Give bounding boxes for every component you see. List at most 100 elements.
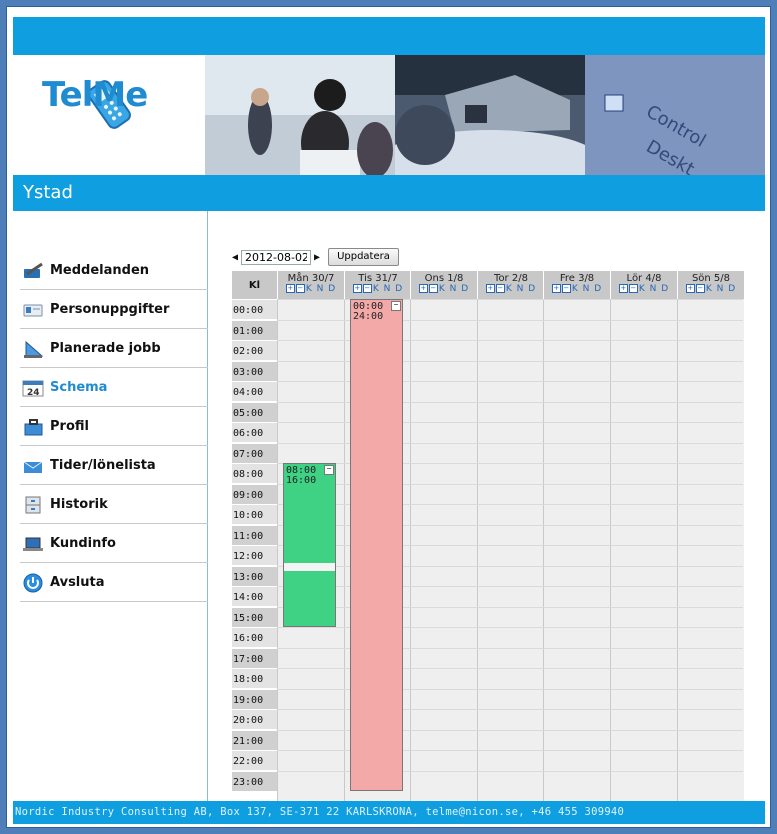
day-column[interactable] (677, 299, 744, 802)
day-control-links[interactable]: K N D (306, 284, 336, 294)
collapse-day-icon[interactable]: − (362, 284, 372, 293)
shift-collapse-icon[interactable]: − (391, 301, 401, 311)
shift-break (284, 563, 335, 572)
shift-end: 16:00 (286, 475, 317, 486)
hour-gridline (277, 360, 743, 362)
hour-gridline (277, 565, 743, 567)
nav-item-schema[interactable]: 24 Schema (20, 369, 208, 407)
expand-day-icon[interactable]: + (485, 284, 495, 293)
hour-label: 00:00 (232, 299, 277, 319)
day-header: Tis 31/7 + − K N D (344, 271, 411, 299)
nav-label: Meddelanden (50, 263, 150, 278)
nav-label: Profil (50, 419, 89, 434)
briefcase-icon (22, 417, 44, 437)
hour-label: 16:00 (232, 627, 277, 647)
shift-block[interactable]: 08:00 16:00− (283, 463, 336, 627)
hour-label: 05:00 (232, 401, 277, 422)
day-column[interactable] (610, 299, 677, 802)
next-day-arrow-icon[interactable]: ▶ (314, 252, 320, 263)
day-controls: + − K N D (544, 284, 610, 295)
hour-gridline (277, 442, 743, 444)
day-control-links[interactable]: K N D (706, 284, 736, 294)
footer-contact: Nordic Industry Consulting AB, Box 137, … (13, 801, 765, 824)
collapse-day-icon[interactable]: − (561, 284, 571, 293)
hour-label: 07:00 (232, 442, 277, 463)
day-control-links[interactable]: K N D (506, 284, 536, 294)
hour-label: 01:00 (232, 319, 277, 340)
nav-item-planerade-jobb[interactable]: Planerade jobb (20, 330, 208, 368)
expand-day-icon[interactable]: + (418, 284, 428, 293)
power-icon (22, 573, 44, 593)
nav-item-historik[interactable]: Historik (20, 486, 208, 524)
day-column[interactable] (543, 299, 610, 802)
time-column-header: Kl (232, 271, 277, 299)
hour-label: 09:00 (232, 483, 277, 504)
day-control-links[interactable]: K N D (373, 284, 403, 294)
expand-day-icon[interactable]: + (685, 284, 695, 293)
collapse-day-icon[interactable]: − (295, 284, 305, 293)
nav-label: Historik (50, 497, 108, 512)
schedule-grid: Kl Mån 30/7 + − K N D Tis 31/7 + − K N D Ons 1/8… (232, 271, 744, 803)
expand-day-icon[interactable]: + (352, 284, 362, 293)
hour-gridline (277, 381, 743, 382)
collapse-day-icon[interactable]: − (628, 284, 638, 293)
expand-day-icon[interactable]: + (618, 284, 628, 293)
hour-gridline (277, 750, 743, 751)
hour-label: 02:00 (232, 340, 277, 360)
update-button[interactable]: Uppdatera (328, 248, 399, 266)
hour-gridline (277, 770, 743, 772)
day-control-links[interactable]: K N D (572, 284, 602, 294)
hour-label: 17:00 (232, 647, 277, 668)
nav-item-meddelanden[interactable]: Meddelanden (20, 252, 208, 290)
hour-gridline (277, 340, 743, 341)
day-name: Mån 30/7 (287, 273, 335, 284)
hour-label: 13:00 (232, 565, 277, 586)
envelope-icon (22, 456, 44, 476)
hour-label: 23:00 (232, 770, 277, 791)
day-control-links[interactable]: K N D (639, 284, 669, 294)
telme-logo (13, 55, 205, 175)
hour-gridline (277, 422, 743, 423)
nav-label: Kundinfo (50, 536, 116, 551)
expand-day-icon[interactable]: + (285, 284, 295, 293)
calendar-24-icon: 24 (22, 378, 44, 398)
day-header: Fre 3/8 + − K N D (543, 271, 610, 299)
hour-gridline (277, 688, 743, 690)
date-input[interactable] (241, 249, 312, 265)
day-name: Sön 5/8 (691, 273, 731, 284)
collapse-day-icon[interactable]: − (428, 284, 438, 293)
hour-gridline (277, 606, 743, 608)
nav-item-profil[interactable]: Profil (20, 408, 208, 446)
hour-label: 18:00 (232, 668, 277, 688)
hour-label: 03:00 (232, 360, 277, 381)
shift-collapse-icon[interactable]: − (324, 465, 334, 475)
hour-label: 10:00 (232, 504, 277, 524)
hour-gridline (277, 463, 743, 464)
nav-item-tider-lonelista[interactable]: Tider/lönelista (20, 447, 208, 485)
nav-item-avsluta[interactable]: Avsluta (20, 564, 208, 602)
previous-day-arrow-icon[interactable]: ◀ (232, 252, 238, 263)
day-controls: + − K N D (478, 284, 544, 295)
day-controls: + − K N D (278, 284, 344, 295)
collapse-day-icon[interactable]: − (495, 284, 505, 293)
collapse-day-icon[interactable]: − (695, 284, 705, 293)
expand-day-icon[interactable]: + (551, 284, 561, 293)
nav-item-kundinfo[interactable]: Kundinfo (20, 525, 208, 563)
nav-item-personuppgifter[interactable]: Personuppgifter (20, 291, 208, 329)
hour-gridline (277, 483, 743, 485)
hour-gridline (277, 319, 743, 321)
shift-end: 24:00 (353, 311, 384, 322)
location-title: Ystad (13, 175, 765, 211)
hour-label: 11:00 (232, 524, 277, 545)
hour-gridline (277, 729, 743, 731)
hour-label: 12:00 (232, 545, 277, 565)
shift-block[interactable]: 00:00 24:00− (350, 299, 403, 791)
desktop-icons-photo: Control Deskt (585, 55, 765, 175)
hour-label: 19:00 (232, 688, 277, 709)
day-controls: + − K N D (611, 284, 677, 295)
day-control-links[interactable]: K N D (439, 284, 469, 294)
day-column[interactable] (410, 299, 477, 802)
day-column[interactable] (477, 299, 544, 802)
hour-gridline (277, 586, 743, 587)
hour-gridline (277, 647, 743, 649)
